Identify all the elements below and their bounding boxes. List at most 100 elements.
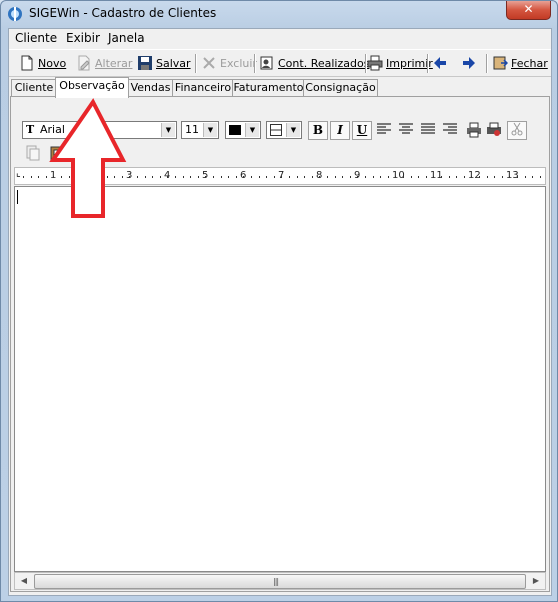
observation-text-editor[interactable] [14, 186, 546, 572]
font-family-value: Arial [40, 123, 65, 136]
ruler-tick [471, 176, 472, 178]
ruler-tick [129, 176, 130, 178]
toolbar-separator [427, 54, 429, 73]
ruler-tick [107, 176, 108, 178]
ruler-tick [160, 176, 161, 178]
border-icon [270, 124, 282, 136]
bold-button[interactable]: B [308, 121, 328, 140]
toolbar-separator [195, 54, 197, 73]
ruler-tick [221, 176, 222, 178]
contacts-icon [260, 56, 273, 70]
align-right-icon [443, 123, 457, 134]
underline-button[interactable]: U [352, 121, 372, 140]
fechar-label: Fechar [511, 56, 548, 70]
ruler-tick [213, 176, 214, 178]
paste-icon[interactable] [49, 145, 65, 161]
menu-bar: Cliente Exibir Janela [9, 29, 551, 47]
novo-label: Novo [38, 56, 67, 70]
arrow-right-icon [463, 57, 475, 69]
ruler-tick [502, 176, 503, 178]
fechar-button[interactable]: Fechar [492, 53, 548, 73]
font-size-value: 11 [185, 123, 199, 136]
alterar-label: Alterar [95, 56, 133, 70]
ruler-tick [289, 176, 290, 178]
ruler-tick [243, 176, 244, 178]
ruler-tick [297, 176, 298, 178]
align-right-button[interactable] [440, 121, 460, 140]
tab-consignacao[interactable]: Consignação [303, 79, 378, 97]
copy-icon[interactable] [25, 145, 41, 161]
align-left-button[interactable] [374, 121, 394, 140]
print-preview-icon [487, 122, 501, 136]
print-preview-button[interactable] [484, 121, 504, 140]
ruler-tick [266, 176, 267, 178]
tab-cliente[interactable]: Cliente [11, 79, 57, 97]
ruler-tick [441, 176, 442, 178]
tab-vendas[interactable]: Vendas [127, 79, 174, 97]
ruler-tick [395, 176, 396, 178]
toolbar-separator [254, 54, 256, 73]
tab-observacao[interactable]: Observação [55, 77, 129, 98]
font-size-select[interactable]: 11 ▼ [181, 121, 219, 139]
align-center-button[interactable] [396, 121, 416, 140]
ruler-tick [137, 176, 138, 178]
tab-faturamento[interactable]: Faturamento [232, 79, 305, 97]
ruler-tick [61, 176, 62, 178]
cont-realizados-label: Cont. Realizados [278, 56, 370, 70]
ruler-tick [183, 176, 184, 178]
ruler-tick [464, 176, 465, 178]
ruler-tick [152, 176, 153, 178]
scroll-right-icon[interactable]: ▶ [528, 573, 544, 589]
ruler-tick [494, 176, 495, 178]
font-family-select[interactable]: T Arial ▼ [22, 121, 177, 139]
ruler-tick [540, 176, 541, 178]
text-color-select[interactable]: ▼ [225, 121, 261, 139]
indent-marker[interactable]: ⌞ [16, 168, 21, 179]
previous-button[interactable] [432, 53, 451, 73]
menu-exibir[interactable]: Exibir [66, 31, 100, 45]
ruler-tick [380, 176, 381, 178]
scroll-thumb[interactable]: ||| [34, 574, 526, 589]
alterar-button[interactable]: Alterar [76, 53, 132, 73]
window-close-button[interactable]: ✕ [506, 1, 551, 20]
title-bar[interactable]: SIGEWin - Cadastro de Clientes ✕ [1, 1, 557, 27]
ruler-tick [46, 176, 47, 178]
italic-button[interactable]: I [330, 121, 350, 140]
close-door-icon [493, 56, 508, 70]
align-center-icon [399, 123, 413, 134]
border-select[interactable]: ▼ [266, 121, 302, 139]
ruler-tick [411, 176, 412, 178]
ruler-tick [509, 176, 510, 178]
excluir-button[interactable]: Excluir [201, 53, 257, 73]
ruler-tick [456, 176, 457, 178]
ruler-tick [487, 176, 488, 178]
ruler-tick [99, 176, 100, 178]
menu-cliente[interactable]: Cliente [15, 31, 57, 45]
ruler-tick [532, 176, 533, 178]
next-button[interactable] [461, 53, 480, 73]
ruler-tick [53, 176, 54, 178]
novo-button[interactable]: Novo [19, 53, 66, 73]
ruler-tick [23, 176, 24, 178]
cut-button[interactable] [507, 121, 527, 140]
align-justify-button[interactable] [418, 121, 438, 140]
excluir-label: Excluir [220, 56, 257, 70]
window-title: SIGEWin - Cadastro de Clientes [29, 6, 217, 20]
salvar-button[interactable]: Salvar [137, 53, 191, 73]
ruler-tick [426, 176, 427, 178]
horizontal-scrollbar[interactable]: ◀ ||| ▶ [14, 572, 546, 590]
imprimir-button[interactable]: Imprimir [367, 53, 433, 73]
ruler-tick [281, 176, 282, 178]
tab-financeiro[interactable]: Financeiro [172, 79, 234, 97]
ruler-tick [365, 176, 366, 178]
print-button[interactable] [464, 121, 484, 140]
scroll-left-icon[interactable]: ◀ [16, 573, 32, 589]
toolbar-separator [486, 54, 488, 73]
new-document-icon [21, 55, 33, 71]
ruler-tick [145, 176, 146, 178]
ruler-tick [175, 176, 176, 178]
menu-janela[interactable]: Janela [108, 31, 145, 45]
ruler-tick [373, 176, 374, 178]
cont-realizados-button[interactable]: Cont. Realizados [259, 53, 369, 73]
ruler-tick [319, 176, 320, 178]
